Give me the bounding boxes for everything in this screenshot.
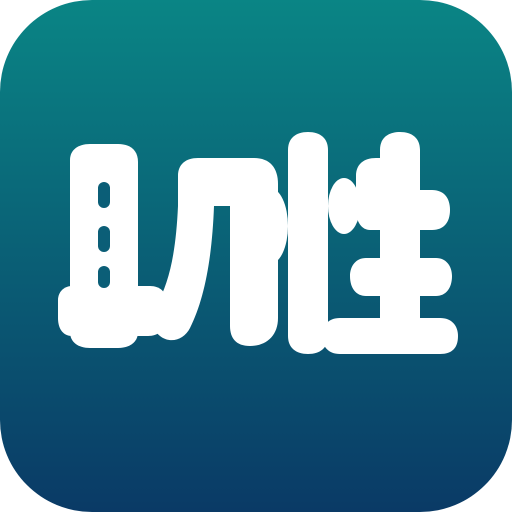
app-icon[interactable] [0, 0, 512, 512]
logo-glyph-xing [252, 132, 458, 354]
logo-glyph-zhu-holes [98, 182, 110, 288]
app-icon-logo [58, 132, 458, 354]
logo-glyph-zhu [58, 144, 278, 348]
